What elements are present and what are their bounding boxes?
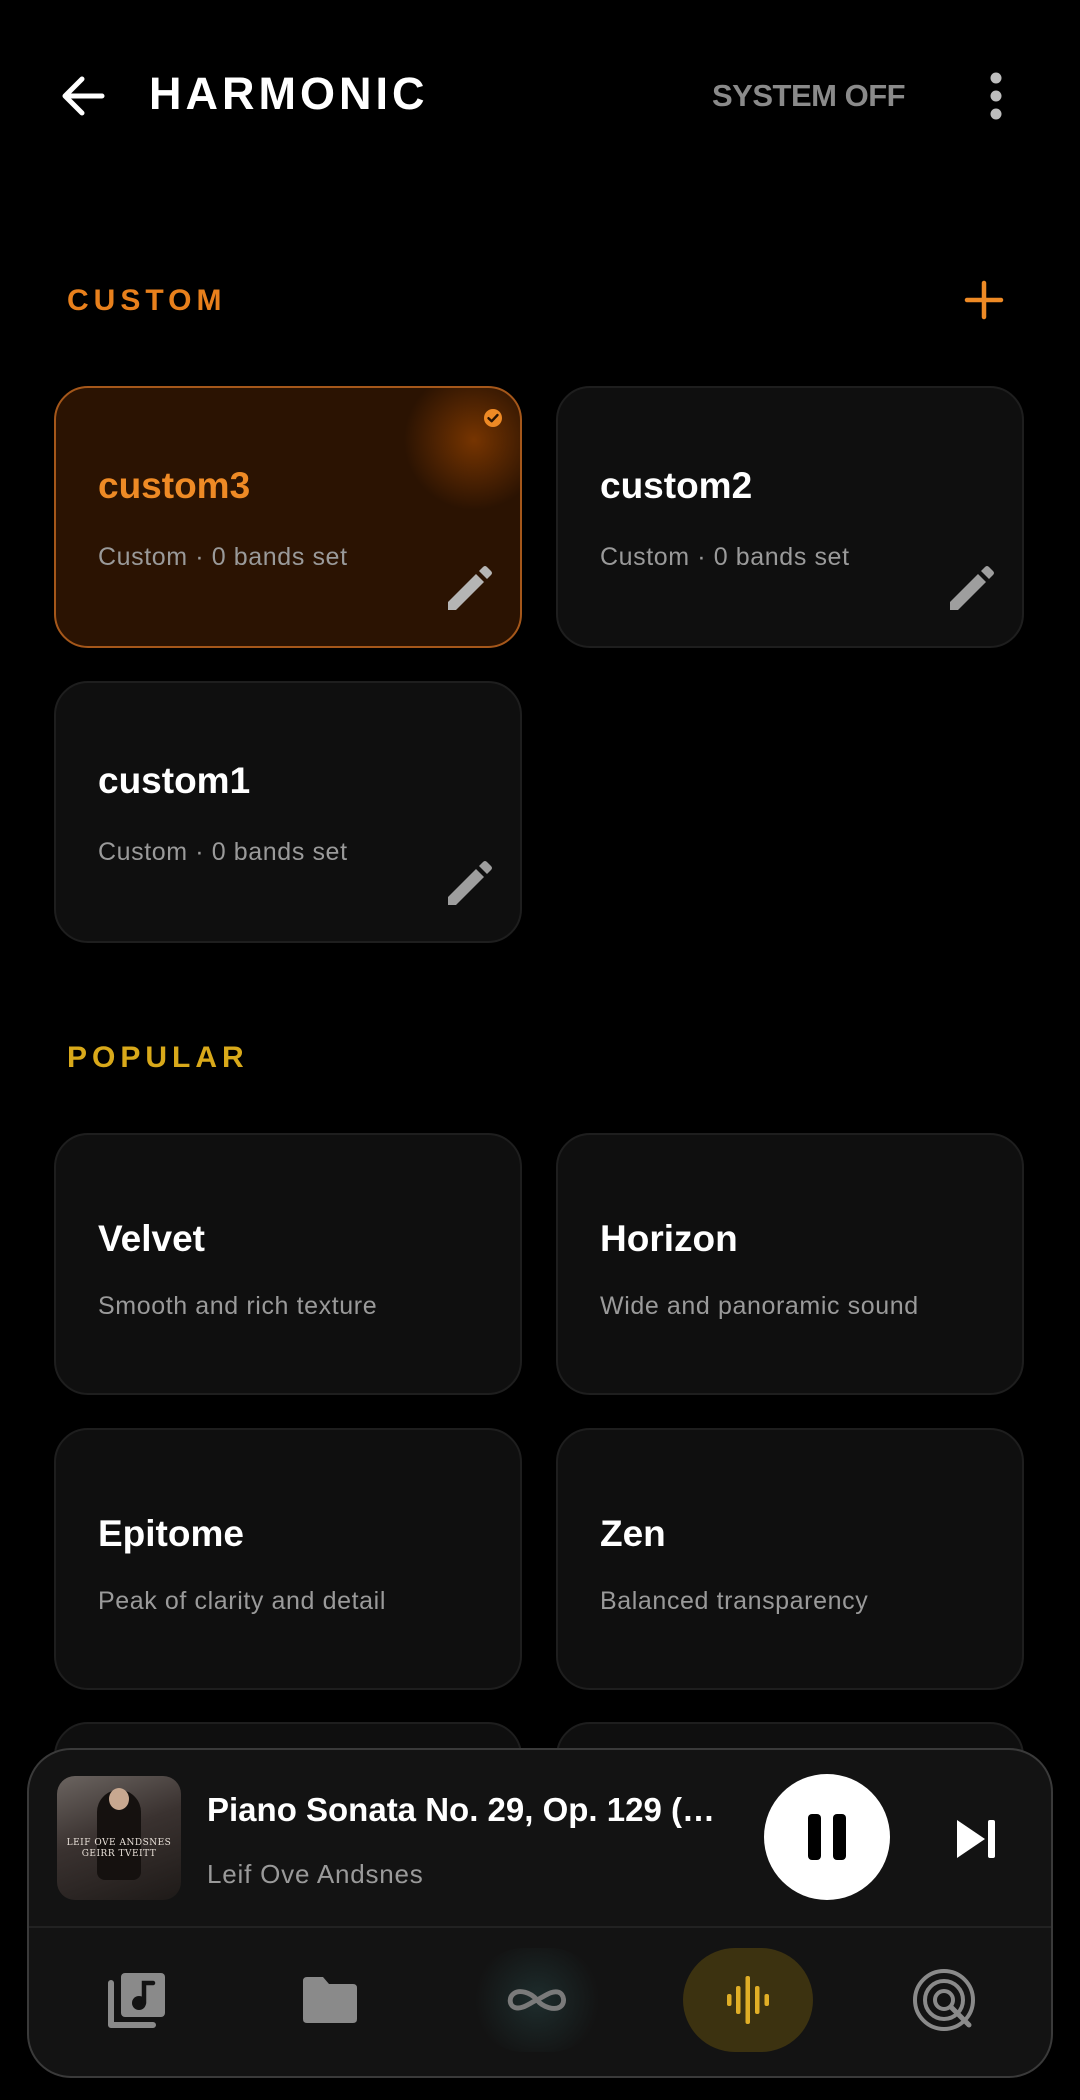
pause-button[interactable] [764, 1774, 890, 1900]
preset-card-horizon[interactable]: Horizon Wide and panoramic sound [556, 1133, 1024, 1395]
nav-discover[interactable] [879, 1948, 1009, 2052]
album-art-text: LEIF OVE ANDSNES GEIRR TVEITT [66, 1838, 172, 1859]
back-button[interactable] [54, 66, 114, 126]
skip-next-button[interactable] [949, 1812, 1003, 1866]
pencil-icon [950, 566, 994, 610]
skip-next-icon [957, 1820, 995, 1858]
mini-player: LEIF OVE ANDSNES GEIRR TVEITT Piano Sona… [27, 1748, 1053, 2078]
nav-equalizer[interactable] [683, 1948, 813, 2052]
section-title-popular: POPULAR [67, 1041, 249, 1074]
preset-name: Horizon [600, 1218, 738, 1259]
preset-name: Epitome [98, 1513, 244, 1554]
player-divider [29, 1926, 1051, 1928]
top-app-bar: HARMONIC SYSTEM OFF [0, 0, 1080, 190]
pencil-icon [448, 566, 492, 610]
preset-name: custom1 [98, 760, 251, 801]
plus-icon [964, 280, 1004, 320]
pause-icon [808, 1814, 821, 1860]
check-circle-icon [483, 408, 503, 428]
preset-card-epitome[interactable]: Epitome Peak of clarity and detail [54, 1428, 522, 1690]
preset-name: custom2 [600, 465, 753, 506]
preset-subtitle: Balanced transparency [600, 1587, 869, 1615]
preset-subtitle: Smooth and rich texture [98, 1292, 378, 1320]
preset-card-velvet[interactable]: Velvet Smooth and rich texture [54, 1133, 522, 1395]
more-vert-icon [990, 72, 1002, 120]
preset-card-custom2[interactable]: custom2 Custom · 0 bands set [556, 386, 1024, 648]
track-artist: Leif Ove Andsnes [207, 1859, 424, 1889]
track-title[interactable]: Piano Sonata No. 29, Op. 129 (… [207, 1790, 767, 1830]
infinity-icon [507, 1989, 566, 2011]
preset-name: custom3 [98, 465, 251, 506]
preset-card-zen[interactable]: Zen Balanced transparency [556, 1428, 1024, 1690]
section-title-custom: CUSTOM [67, 284, 227, 317]
edit-preset-button[interactable] [442, 859, 494, 911]
preset-subtitle: Custom · 0 bands set [98, 838, 348, 866]
pencil-icon [448, 861, 492, 905]
nav-continuous[interactable] [472, 1948, 602, 2052]
radar-icon [913, 1969, 975, 2031]
preset-subtitle: Peak of clarity and detail [98, 1587, 386, 1615]
edit-preset-button[interactable] [944, 564, 996, 616]
more-options-button[interactable] [976, 70, 1016, 122]
album-art-head [109, 1788, 129, 1810]
page-title: HARMONIC [149, 68, 429, 119]
album-art[interactable]: LEIF OVE ANDSNES GEIRR TVEITT [57, 1776, 181, 1900]
edit-preset-button[interactable] [442, 564, 494, 616]
preset-card-custom1[interactable]: custom1 Custom · 0 bands set [54, 681, 522, 943]
nav-library[interactable] [71, 1948, 201, 2052]
library-music-icon [108, 1973, 165, 2028]
preset-name: Zen [600, 1513, 666, 1554]
system-status-toggle[interactable]: SYSTEM OFF [712, 78, 906, 114]
equalizer-icon [727, 1976, 769, 2024]
add-preset-button[interactable] [962, 278, 1006, 322]
preset-card-custom3[interactable]: custom3 Custom · 0 bands set [54, 386, 522, 648]
arrow-left-icon [62, 76, 105, 116]
harmonic-screen: HARMONIC SYSTEM OFF CUSTOM custom3 Custo… [0, 0, 1080, 2100]
preset-name: Velvet [98, 1218, 205, 1259]
pause-icon [833, 1814, 846, 1860]
folder-icon [303, 1977, 357, 2023]
nav-folders[interactable] [265, 1948, 395, 2052]
preset-subtitle: Custom · 0 bands set [600, 543, 850, 571]
preset-subtitle: Custom · 0 bands set [98, 543, 348, 571]
preset-subtitle: Wide and panoramic sound [600, 1292, 919, 1320]
